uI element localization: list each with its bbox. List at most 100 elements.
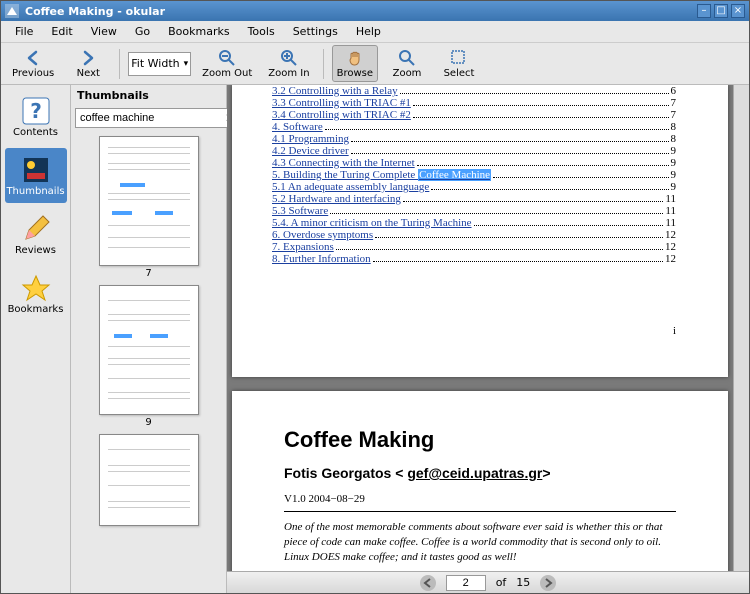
toc-entry[interactable]: 8. Further Information12 [272, 253, 676, 265]
pager-next-button[interactable] [540, 575, 556, 591]
sidebar: ? Contents Thumbnails Reviews Bookmarks [1, 85, 71, 593]
sidebar-item-thumbnails[interactable]: Thumbnails [5, 148, 67, 203]
toc-page-number: 6 [671, 85, 677, 97]
toc-label: 4.3 Connecting with the Internet [272, 157, 415, 169]
thumbnail-search-input[interactable] [80, 112, 222, 124]
thumbnail-page-preview[interactable] [99, 136, 199, 266]
toc-entry[interactable]: 4.2 Device driver9 [272, 145, 676, 157]
thumbnails-panel: Thumbnails ✕ [71, 85, 227, 593]
toc-entry[interactable]: 5.2 Hardware and interfacing11 [272, 193, 676, 205]
thumbnail-item[interactable]: 7 [99, 136, 199, 279]
toc-label: 5. Building the Turing Complete Coffee M… [272, 169, 491, 181]
toc-label: 3.2 Controlling with a Relay [272, 85, 398, 97]
document-viewport[interactable]: 3.2 Controlling with a Relay 63.3 Control… [227, 85, 733, 571]
toc-page-number: 7 [671, 97, 677, 109]
toc-entry[interactable]: 6. Overdose symptoms12 [272, 229, 676, 241]
toc-entry[interactable]: 5. Building the Turing Complete Coffee M… [272, 169, 676, 181]
thumbnail-search-field[interactable]: ✕ [75, 108, 243, 128]
toc-label: 5.1 An adequate assembly language [272, 181, 429, 193]
menu-view[interactable]: View [83, 23, 125, 40]
toc-page-number: 8 [671, 121, 677, 133]
pager-prev-button[interactable] [420, 575, 436, 591]
thumbnail-item[interactable] [99, 434, 199, 526]
arrow-right-icon [78, 48, 98, 68]
close-button[interactable]: × [731, 4, 745, 18]
toc-entry[interactable]: 4.1 Programming 8 [272, 133, 676, 145]
author-email-link[interactable]: gef@ceid.upatras.gr [407, 465, 542, 481]
toolbar-separator [119, 49, 120, 79]
toc-page-number: 8 [671, 133, 677, 145]
menu-file[interactable]: File [7, 23, 41, 40]
app-icon [5, 4, 19, 18]
thumbnails-icon [20, 154, 52, 186]
zoom-in-button[interactable]: Zoom In [263, 45, 314, 82]
toc-leader-dots [351, 145, 669, 154]
sidebar-item-bookmarks[interactable]: Bookmarks [5, 266, 67, 321]
toc-entry[interactable]: 5.4. A minor criticism on the Turing Mac… [272, 217, 676, 229]
next-button[interactable]: Next [65, 45, 111, 82]
thumbnail-list[interactable]: 7 9 [71, 130, 226, 593]
menu-bookmarks[interactable]: Bookmarks [160, 23, 237, 40]
toc-page-number: 12 [665, 241, 676, 253]
page-navigator: of 15 [227, 571, 749, 593]
toc-entry[interactable]: 3.4 Controlling with TRIAC #27 [272, 109, 676, 121]
toc-entry[interactable]: 3.2 Controlling with a Relay 6 [272, 85, 676, 97]
toc-leader-dots [413, 97, 669, 106]
toc-leader-dots [474, 217, 664, 226]
menu-help[interactable]: Help [348, 23, 389, 40]
previous-button[interactable]: Previous [7, 45, 59, 82]
select-icon [449, 48, 469, 68]
select-button[interactable]: Select [436, 45, 482, 82]
thumbnails-panel-title: Thumbnails [71, 85, 226, 106]
window-title: Coffee Making - okular [25, 5, 697, 18]
thumbnail-page-preview[interactable] [99, 434, 199, 526]
sidebar-item-contents[interactable]: ? Contents [5, 89, 67, 144]
hand-icon [345, 48, 365, 68]
chevron-down-icon: ▾ [184, 59, 189, 69]
thumbnail-page-preview[interactable] [99, 285, 199, 415]
toc-label: 4.2 Device driver [272, 145, 349, 157]
toc-entry[interactable]: 5.1 An adequate assembly language9 [272, 181, 676, 193]
toc-label: 5.4. A minor criticism on the Turing Mac… [272, 217, 472, 229]
toc-entry[interactable]: 7. Expansions12 [272, 241, 676, 253]
zoom-tool-button[interactable]: Zoom [384, 45, 430, 82]
toc-label: 4.1 Programming [272, 133, 349, 145]
pencil-icon [20, 213, 52, 245]
thumbnail-item[interactable]: 9 [99, 285, 199, 428]
page-footer: i [272, 325, 676, 337]
menu-tools[interactable]: Tools [240, 23, 283, 40]
toc-entry[interactable]: 4.3 Connecting with the Internet9 [272, 157, 676, 169]
toc-page-number: 9 [671, 169, 677, 181]
menu-edit[interactable]: Edit [43, 23, 80, 40]
browse-button[interactable]: Browse [332, 45, 378, 82]
zoom-out-button[interactable]: Zoom Out [197, 45, 257, 82]
select-label: Select [444, 68, 475, 79]
sidebar-item-label: Bookmarks [8, 304, 64, 315]
menu-go[interactable]: Go [127, 23, 158, 40]
sidebar-item-label: Thumbnails [6, 186, 64, 197]
toc-leader-dots [403, 193, 664, 202]
toc-leader-dots [417, 157, 669, 166]
toc-label: 8. Further Information [272, 253, 371, 265]
toc-leader-dots [413, 109, 669, 118]
toc-label: 6. Overdose symptoms [272, 229, 373, 241]
toc-entry[interactable]: 4. Software8 [272, 121, 676, 133]
current-page-input[interactable] [446, 575, 486, 591]
help-icon: ? [20, 95, 52, 127]
vertical-scrollbar[interactable] [733, 85, 749, 571]
maximize-button[interactable]: □ [714, 4, 728, 18]
zoom-mode-label: Fit Width [131, 57, 179, 70]
toc-leader-dots [351, 133, 669, 142]
zoom-mode-select[interactable]: Fit Width ▾ [128, 52, 191, 76]
toc-entry[interactable]: 5.3 Software11 [272, 205, 676, 217]
titlebar: Coffee Making - okular – □ × [1, 1, 749, 21]
toc-entry[interactable]: 3.3 Controlling with TRIAC #17 [272, 97, 676, 109]
toc-leader-dots [431, 181, 668, 190]
arrow-left-icon [23, 48, 43, 68]
sidebar-item-reviews[interactable]: Reviews [5, 207, 67, 262]
menu-settings[interactable]: Settings [285, 23, 346, 40]
minimize-button[interactable]: – [697, 4, 711, 18]
pager-of-label: of [496, 576, 507, 589]
zoom-out-icon [217, 48, 237, 68]
previous-label: Previous [12, 68, 54, 79]
